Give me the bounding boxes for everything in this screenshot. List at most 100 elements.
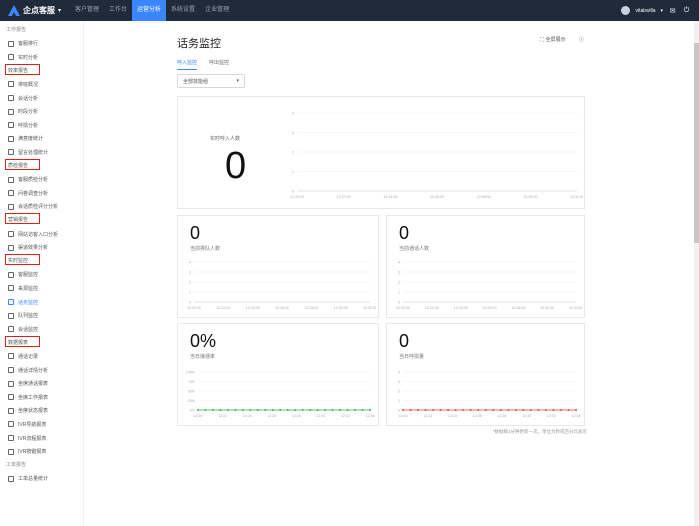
nav-item[interactable]: 系统设置 <box>166 0 200 21</box>
sidebar-item[interactable]: 渠道效果分析 <box>8 244 48 252</box>
x-tick-label: 12:22:00 <box>337 195 351 199</box>
sidebar-item[interactable]: 呼损分析 <box>8 121 38 129</box>
x-tick-label: 12:22 <box>423 414 432 418</box>
data-point <box>361 409 364 411</box>
sidebar-item-label: 坐席工作报表 <box>18 394 49 401</box>
x-tick-label: 12:30:00 <box>540 306 554 310</box>
source-icon <box>8 285 14 292</box>
phone-icon <box>8 122 14 129</box>
logo[interactable]: 企点客服 ▾ <box>8 5 66 16</box>
x-tick-label: 12:30:00 <box>523 195 537 199</box>
sidebar-item[interactable]: 队列监控 <box>8 312 38 320</box>
sidebar-item-label: 渠道效果分析 <box>18 245 49 252</box>
sidebar-item[interactable]: 客服排行 <box>8 40 38 48</box>
x-tick-label: 12:20:00 <box>396 306 410 310</box>
sidebar-item[interactable]: 会话监控 <box>8 325 38 333</box>
sidebar-item[interactable]: 会话质检评分分析 <box>8 203 58 211</box>
sidebar-item[interactable]: 通话记录 <box>8 352 38 360</box>
in-call-chart: 4 3 2 1 012:20:00 12:22:00 12:24:00 12:26:00 12:… <box>396 261 582 311</box>
sidebar-item-label: 通话记录 <box>18 353 39 360</box>
data-point <box>575 409 577 411</box>
fullscreen-label: 全屏展示 <box>545 37 566 43</box>
chevron-down-icon: ▾ <box>236 78 239 84</box>
nav-item[interactable]: 运营分析 <box>132 0 167 21</box>
detail-icon <box>8 367 14 373</box>
sidebar-item[interactable]: 实时分析 <box>8 53 38 61</box>
sidebar-item[interactable]: 通话详情分析 <box>8 366 48 374</box>
x-tick-label: 12:22:00 <box>216 306 230 310</box>
survey-icon <box>8 190 14 197</box>
y-tick-label: 3 <box>189 271 191 275</box>
data-point <box>339 409 342 411</box>
sidebar-item[interactable]: 会话分析 <box>8 94 38 102</box>
x-tick-label: 12:34 <box>366 414 375 418</box>
nav-item[interactable]: 工作台 <box>104 0 132 21</box>
ivr-icon <box>8 421 14 428</box>
x-tick-label: 12:20:00 <box>290 195 304 199</box>
sidebar-item[interactable]: 坐席状态报表 <box>8 407 48 415</box>
data-point <box>507 409 510 411</box>
x-tick-label: 12:28:00 <box>304 306 318 310</box>
sidebar-item[interactable]: 客服质检分析 <box>8 176 48 184</box>
mail-icon[interactable]: ✉ <box>668 6 677 15</box>
x-tick-label: 12:26 <box>267 414 276 418</box>
score-icon <box>8 203 14 210</box>
data-point <box>567 409 570 411</box>
x-tick-label: 12:28:00 <box>511 306 525 310</box>
data-point <box>256 409 259 411</box>
nav-item[interactable]: 客户管理 <box>70 0 104 21</box>
data-point <box>402 409 404 411</box>
scrollbar-thumb[interactable] <box>694 43 699 243</box>
sidebar-item[interactable]: 排班概况 <box>8 80 38 88</box>
data-point <box>469 409 472 411</box>
data-point <box>424 409 427 411</box>
sidebar-item[interactable]: 满意度统计 <box>8 135 43 143</box>
sidebar-item[interactable]: 留言处理统计 <box>8 148 48 156</box>
sidebar-item[interactable]: 网站访客入口分析 <box>8 230 58 238</box>
queue-chart: 4 3 2 1 012:20:00 12:22:00 12:24:00 12:26:00 12:… <box>187 261 376 311</box>
sidebar-item[interactable]: 坐席工作报表 <box>8 393 48 401</box>
sidebar-item-label: 坐席通话报表 <box>18 381 49 388</box>
username[interactable]: vitalsvilla <box>635 8 655 14</box>
avatar[interactable] <box>621 6 631 15</box>
skill-group-select[interactable]: 全部技能组 ▾ <box>177 74 245 88</box>
sidebar-item[interactable]: 来源监控 <box>8 284 38 292</box>
fullscreen-icon: ⛶ <box>540 36 544 43</box>
data-point <box>211 409 214 411</box>
card-value: 0 <box>190 223 201 243</box>
sidebar-item-label: IVR导航报表 <box>18 421 47 428</box>
sidebar-item[interactable]: IVR导航报表 <box>8 420 46 428</box>
main-nav: 客户管理 工作台 运营分析 系统设置 企业管理 <box>70 0 234 21</box>
globe-icon <box>8 231 14 237</box>
sidebar-item-label: 问卷调查分析 <box>18 190 49 197</box>
tab-outbound[interactable]: 呼出监控 <box>209 59 229 70</box>
y-tick-label: 3 <box>398 380 400 384</box>
sidebar-item[interactable]: 时段分析 <box>8 108 38 116</box>
sidebar-item[interactable]: 问卷调查分析 <box>8 189 48 197</box>
sidebar-item[interactable]: 话务监控 <box>8 298 38 306</box>
sidebar-item[interactable]: 客服监控 <box>8 271 38 279</box>
realtime-inbound-card: 实时呼入人数 0 4 3 2 1 0 12:20:00 12:22:00 12:24:00 12… <box>177 96 585 209</box>
y-tick-label: 75% <box>188 380 196 384</box>
chevron-down-icon[interactable]: ▾ <box>660 8 663 14</box>
card-label: 当前排队人数 <box>190 246 221 252</box>
flow-icon <box>8 435 14 441</box>
queue-icon <box>8 312 14 319</box>
data-point <box>346 409 349 411</box>
logo-text: 企点客服 <box>23 6 55 15</box>
help-icon[interactable]: ⓘ <box>579 36 584 43</box>
scrollbar[interactable] <box>694 21 699 526</box>
data-point <box>432 409 435 411</box>
sidebar-item[interactable]: IVR按键报表 <box>8 448 46 456</box>
sidebar-item[interactable]: IVR流程报表 <box>8 434 46 442</box>
sidebar-item[interactable]: 工单总量统计 <box>8 475 48 483</box>
fullscreen-button[interactable]: ⛶ 全屏展示 <box>540 36 566 44</box>
data-point <box>219 409 222 411</box>
tab-inbound[interactable]: 呼入监控 <box>177 59 198 70</box>
clock-icon <box>8 108 14 115</box>
logout-icon[interactable]: ⏻ <box>682 6 691 15</box>
y-tick-label: 4 <box>292 112 294 116</box>
sidebar-item[interactable]: 坐席通话报表 <box>8 380 48 388</box>
y-tick-label: 0 <box>292 190 294 194</box>
nav-item[interactable]: 企业管理 <box>200 0 234 21</box>
